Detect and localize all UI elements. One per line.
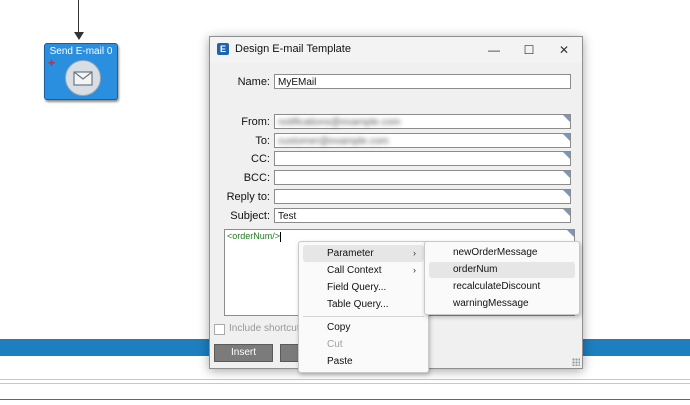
divider: [0, 379, 690, 380]
close-button[interactable]: ✕: [550, 40, 578, 60]
menu-separator: [303, 316, 424, 317]
parameter-submenu: newOrderMessage orderNum recalculateDisc…: [424, 241, 580, 315]
cc-field[interactable]: [274, 151, 571, 166]
reply-to-field[interactable]: [274, 189, 571, 204]
submenu-item-neworder-message[interactable]: newOrderMessage: [429, 245, 575, 261]
minimize-button[interactable]: —: [480, 40, 508, 60]
subject-field[interactable]: Test: [274, 208, 571, 223]
bcc-label: BCC:: [243, 172, 270, 184]
dialog-titlebar[interactable]: E Design E-mail Template — ☐ ✕: [210, 37, 582, 63]
include-shortcut-label: Include shortcut li: [229, 323, 307, 334]
subject-label: Subject:: [230, 210, 270, 222]
connector-line: [78, 0, 79, 34]
insert-button[interactable]: Insert: [214, 344, 273, 362]
node-title: Send E-mail 0: [49, 46, 113, 57]
name-field[interactable]: MyEMail: [274, 74, 571, 89]
text-caret: [280, 231, 282, 242]
divider: [0, 383, 690, 384]
submenu-item-recalculate-discount[interactable]: recalculateDiscount: [429, 279, 575, 295]
menu-item-field-query[interactable]: Field Query...: [303, 279, 424, 296]
include-shortcut-checkbox[interactable]: [214, 324, 225, 335]
menu-item-paste[interactable]: Paste: [303, 353, 424, 370]
chevron-right-icon: ›: [413, 265, 416, 275]
name-label: Name:: [237, 76, 270, 88]
context-menu: Parameter › Call Context › Field Query... …: [298, 241, 429, 373]
to-label: To:: [255, 135, 270, 147]
menu-item-cut: Cut: [327, 339, 343, 350]
plus-icon: +: [48, 56, 56, 70]
submenu-item-warning-message[interactable]: warningMessage: [429, 296, 575, 312]
menu-item-call-context[interactable]: Call Context ›: [303, 262, 424, 279]
chevron-right-icon: ›: [413, 248, 416, 258]
cc-label: CC:: [251, 153, 270, 165]
submenu-item-ordernum[interactable]: orderNum: [429, 262, 575, 278]
send-email-node[interactable]: Send E-mail 0 +: [44, 43, 118, 100]
to-field[interactable]: customer@example.com: [274, 133, 571, 148]
app-icon: E: [217, 43, 229, 55]
connector-arrow-icon: [74, 32, 84, 40]
bcc-field[interactable]: [274, 170, 571, 185]
divider: [0, 399, 690, 400]
dialog-title: Design E-mail Template: [235, 43, 351, 55]
reply-to-label: Reply to:: [226, 191, 270, 203]
body-text: <orderNum/>: [227, 231, 281, 241]
from-label: From:: [241, 116, 270, 128]
menu-item-table-query[interactable]: Table Query...: [303, 296, 424, 313]
maximize-button[interactable]: ☐: [515, 40, 543, 60]
from-field[interactable]: notifications@example.com: [274, 114, 571, 129]
envelope-icon: [65, 60, 101, 96]
corner-marker: [567, 230, 574, 237]
menu-item-copy[interactable]: Copy: [303, 319, 424, 336]
menu-item-parameter[interactable]: Parameter ›: [303, 245, 424, 262]
resize-grip-icon[interactable]: [572, 358, 580, 366]
